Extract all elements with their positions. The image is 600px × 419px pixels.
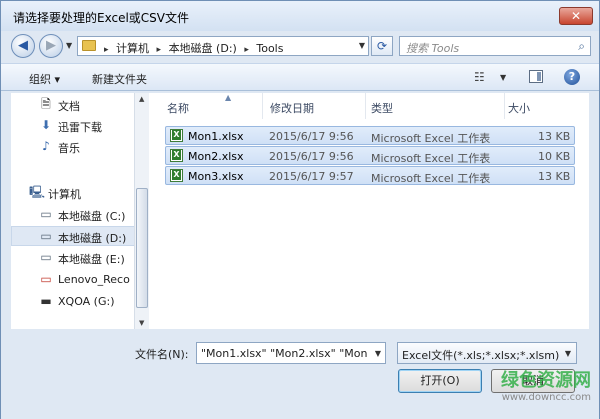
sort-ascending-icon: ▲ — [225, 93, 232, 102]
sidebar-item-label: 文档 — [58, 100, 80, 113]
document-icon: 🗎 — [41, 97, 51, 111]
sidebar-item-drive-d[interactable]: ▭ 本地磁盘 (D:) — [11, 226, 135, 246]
file-date: 2015/6/17 9:56 — [269, 130, 354, 143]
column-header-label: 类型 — [371, 102, 393, 115]
sidebar-item-documents[interactable]: 🗎 文档 — [11, 95, 135, 115]
navigation-bar: ◀ ▶ ▼ ▸ 计算机 ▸ 本地磁盘 (D:) ▸ Tools ▼ ⟳ 搜索 T… — [1, 31, 599, 61]
file-name: Mon1.xlsx — [188, 130, 244, 143]
column-header-label: 修改日期 — [270, 102, 314, 115]
filename-value: "Mon1.xlsx" "Mon2.xlsx" "Mon — [201, 347, 368, 360]
file-date: 2015/6/17 9:57 — [269, 170, 354, 183]
watermark-title: 绿色资源网 — [501, 370, 591, 391]
sidebar-item-label: Lenovo_Reco — [58, 273, 130, 286]
history-dropdown-icon[interactable]: ▼ — [66, 41, 72, 50]
file-type-filter-select[interactable]: Excel文件(*.xls;*.xlsx;*.xlsm) ▼ — [397, 342, 577, 364]
sidebar-item-label: 本地磁盘 (D:) — [58, 232, 127, 245]
organize-menu-button[interactable]: 组织 ▾ — [29, 71, 60, 87]
excel-file-icon — [170, 169, 183, 182]
file-row[interactable]: Mon2.xlsx 2015/6/17 9:56 Microsoft Excel… — [165, 146, 575, 165]
scroll-up-icon[interactable]: ▲ — [139, 95, 144, 103]
download-icon: ⬇ — [40, 118, 52, 132]
scroll-down-icon[interactable]: ▼ — [139, 319, 144, 327]
scroll-thumb[interactable] — [136, 188, 148, 308]
drive-icon: ▭ — [40, 250, 52, 264]
sidebar-item-label: 迅雷下载 — [58, 121, 102, 134]
sidebar-item-drive-c[interactable]: ▭ 本地磁盘 (C:) — [11, 205, 135, 225]
drive-icon: ▭ — [40, 272, 52, 286]
sidebar-item-label: 本地磁盘 (C:) — [58, 210, 126, 223]
search-placeholder: 搜索 Tools — [406, 42, 460, 55]
preview-pane-icon[interactable] — [529, 70, 543, 83]
sidebar-item-computer[interactable]: 🖳 计算机 — [11, 183, 135, 203]
file-date: 2015/6/17 9:56 — [269, 150, 354, 163]
breadcrumb-item-computer[interactable]: 计算机 — [116, 42, 149, 55]
navigation-scrollbar[interactable]: ▲ ▼ — [134, 93, 149, 329]
column-header-date[interactable]: 修改日期 — [266, 93, 366, 119]
file-open-dialog: 请选择要处理的Excel或CSV文件 ✕ ◀ ▶ ▼ ▸ 计算机 ▸ 本地磁盘 … — [0, 0, 600, 419]
file-type: Microsoft Excel 工作表 — [371, 172, 491, 185]
chevron-right-icon[interactable]: ▸ — [157, 45, 162, 55]
computer-icon: 🖳 — [29, 185, 46, 199]
breadcrumb-item-tools[interactable]: Tools — [256, 42, 283, 55]
filter-dropdown-icon[interactable]: ▼ — [565, 349, 571, 358]
column-header-label: 大小 — [508, 102, 530, 115]
close-button[interactable]: ✕ — [559, 7, 593, 25]
sidebar-item-lenovo-reco[interactable]: ▭ Lenovo_Reco — [11, 270, 135, 290]
sidebar-item-label: 音乐 — [58, 142, 80, 155]
file-type: Microsoft Excel 工作表 — [371, 132, 491, 145]
back-button[interactable]: ◀ — [11, 34, 35, 58]
sidebar-item-label: XQOA (G:) — [58, 295, 115, 308]
file-name: Mon2.xlsx — [188, 150, 244, 163]
file-size: 10 KB — [538, 150, 571, 163]
sidebar-item-drive-e[interactable]: ▭ 本地磁盘 (E:) — [11, 248, 135, 268]
search-icon[interactable]: ⌕ — [578, 39, 585, 54]
file-type-filter-value: Excel文件(*.xls;*.xlsx;*.xlsm) — [402, 349, 560, 362]
chevron-right-icon[interactable]: ▸ — [104, 45, 109, 55]
view-dropdown-icon[interactable]: ▼ — [500, 73, 506, 82]
address-dropdown-icon[interactable]: ▼ — [359, 41, 365, 50]
sidebar-item-xqoa-g[interactable]: ▬ XQOA (G:) — [11, 292, 135, 312]
breadcrumb-item-drive-d[interactable]: 本地磁盘 (D:) — [169, 42, 237, 55]
filename-field[interactable]: "Mon1.xlsx" "Mon2.xlsx" "Mon ▼ — [196, 342, 386, 364]
watermark-url: www.downcc.com — [501, 392, 591, 403]
file-size: 13 KB — [538, 170, 571, 183]
dialog-title: 请选择要处理的Excel或CSV文件 — [13, 11, 189, 25]
view-options-icon[interactable]: ☷ — [474, 70, 485, 84]
file-list: ▲ 名称 修改日期 类型 大小 Mon1.xlsx 2015/6/17 9:56… — [149, 93, 589, 329]
file-size: 13 KB — [538, 130, 571, 143]
column-header-size[interactable]: 大小 — [506, 93, 576, 119]
drive-icon: ▭ — [40, 207, 52, 221]
chevron-right-icon[interactable]: ▸ — [244, 45, 249, 55]
excel-file-icon — [170, 129, 183, 142]
watermark-logo: 绿色资源网 www.downcc.com — [461, 366, 591, 403]
new-folder-button[interactable]: 新建文件夹 — [92, 71, 147, 87]
file-type: Microsoft Excel 工作表 — [371, 152, 491, 165]
usb-drive-icon: ▬ — [40, 294, 52, 308]
column-header-type[interactable]: 类型 — [369, 93, 505, 119]
excel-file-icon — [170, 149, 183, 162]
navigation-pane: 🗎 文档 ⬇ 迅雷下载 ♪ 音乐 🖳 计算机 ▭ 本地磁盘 (C:) ▭ 本地磁… — [11, 93, 147, 329]
column-header-name[interactable]: ▲ 名称 — [167, 93, 263, 119]
command-toolbar: 组织 ▾ 新建文件夹 ☷ ▼ ? — [1, 63, 599, 91]
breadcrumb: ▸ 计算机 ▸ 本地磁盘 (D:) ▸ Tools — [100, 40, 283, 56]
sidebar-item-thunder-downloads[interactable]: ⬇ 迅雷下载 — [11, 116, 135, 136]
help-icon[interactable]: ? — [564, 69, 580, 85]
refresh-button[interactable]: ⟳ — [371, 36, 393, 56]
forward-button[interactable]: ▶ — [39, 34, 63, 58]
file-row[interactable]: Mon3.xlsx 2015/6/17 9:57 Microsoft Excel… — [165, 166, 575, 185]
drive-icon: ▭ — [40, 229, 52, 243]
file-row[interactable]: Mon1.xlsx 2015/6/17 9:56 Microsoft Excel… — [165, 126, 575, 145]
music-icon: ♪ — [42, 139, 50, 153]
filename-dropdown-icon[interactable]: ▼ — [375, 349, 381, 358]
file-name: Mon3.xlsx — [188, 170, 244, 183]
sidebar-item-music[interactable]: ♪ 音乐 — [11, 137, 135, 157]
address-bar[interactable]: ▸ 计算机 ▸ 本地磁盘 (D:) ▸ Tools ▼ — [77, 36, 369, 56]
filename-label: 文件名(N): — [135, 348, 189, 361]
sidebar-item-label: 本地磁盘 (E:) — [58, 253, 125, 266]
search-input[interactable]: 搜索 Tools ⌕ — [399, 36, 591, 56]
title-bar: 请选择要处理的Excel或CSV文件 ✕ — [1, 1, 599, 31]
folder-icon — [82, 40, 96, 51]
column-header-label: 名称 — [167, 102, 189, 115]
sidebar-item-label: 计算机 — [48, 188, 81, 201]
